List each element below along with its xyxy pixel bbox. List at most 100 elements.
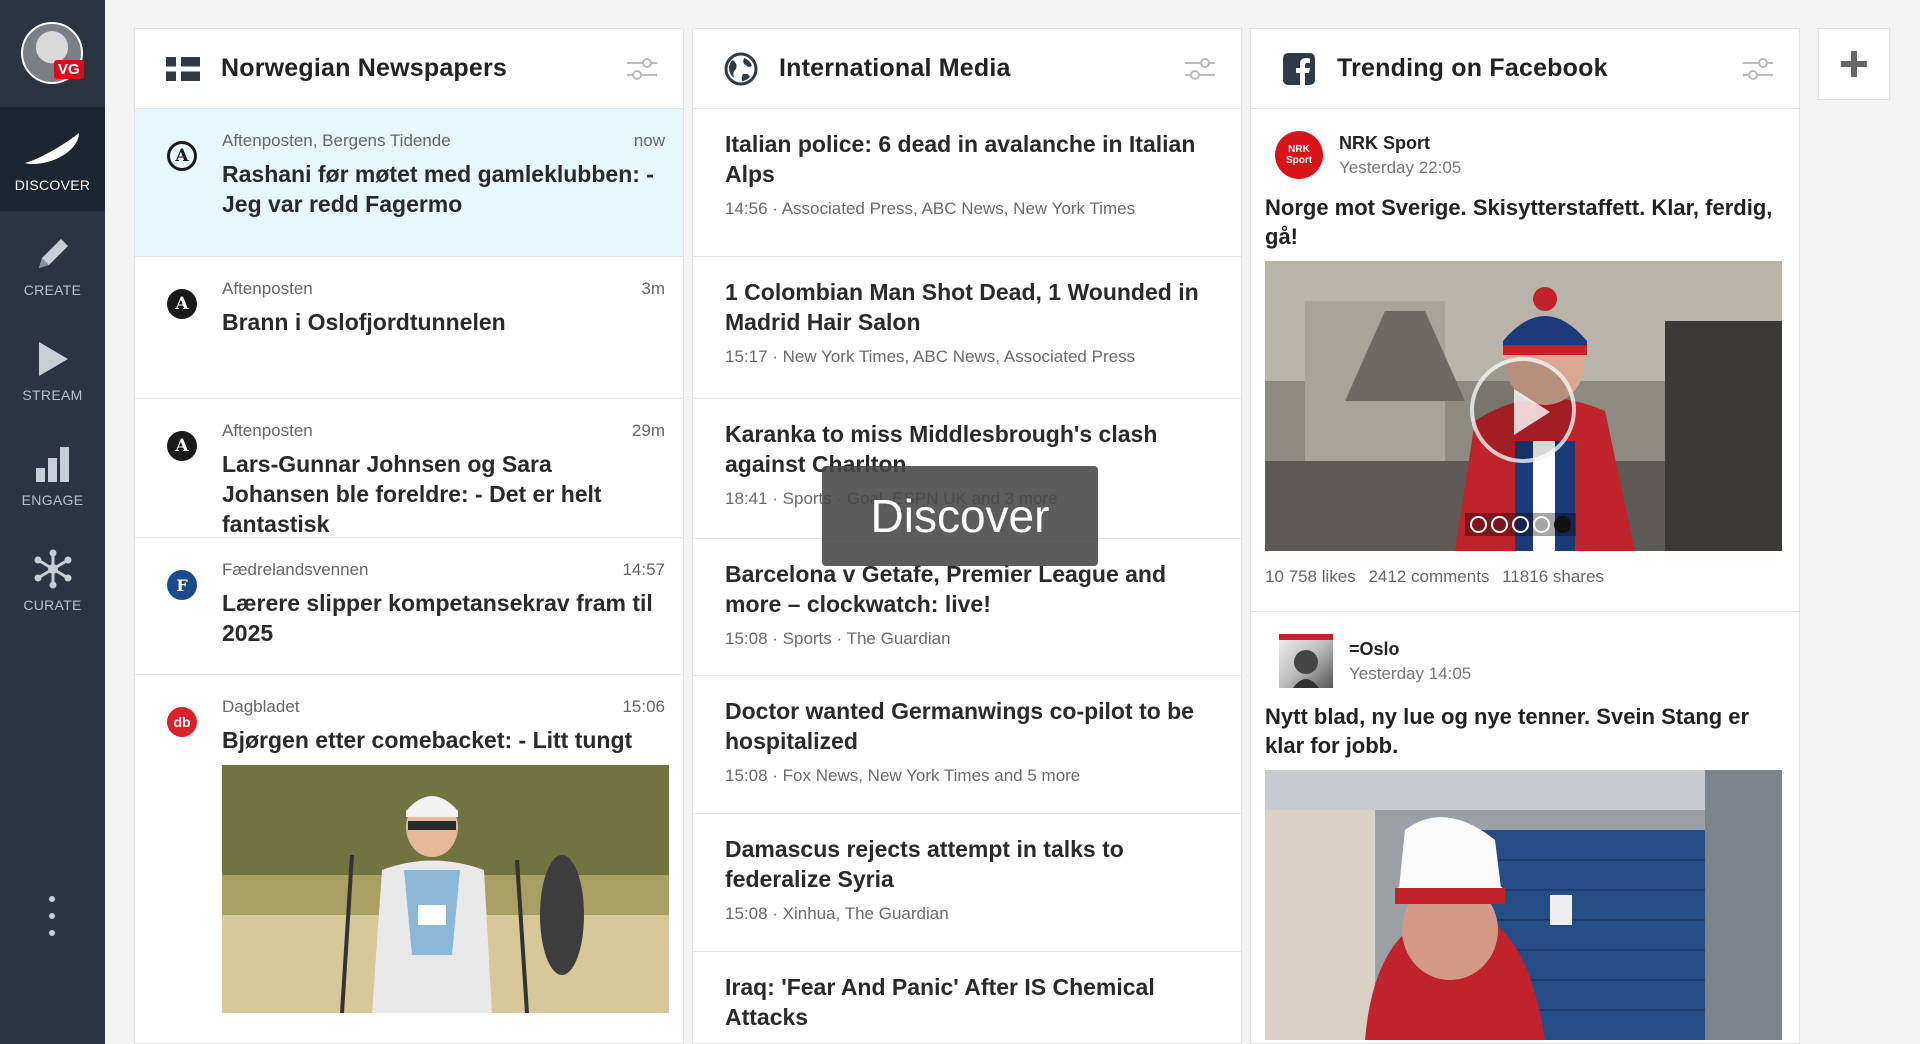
item-time: 29m xyxy=(631,421,665,440)
dagbladet-logo-icon: db xyxy=(167,707,197,737)
nav-stream-label: STREAM xyxy=(22,387,83,403)
list-item[interactable]: Iraq: 'Fear And Panic' After IS Chemical… xyxy=(693,952,1241,1043)
nav-stream[interactable]: STREAM xyxy=(0,317,105,421)
carousel-dots xyxy=(1465,513,1576,536)
list-item[interactable]: A Aftenposten 3m Brann i Oslofjordtunnele… xyxy=(135,257,683,399)
item-headline: Brann i Oslofjordtunnelen xyxy=(222,309,506,335)
column-header: International Media xyxy=(693,29,1241,109)
nav-discover-label: DISCOVER xyxy=(14,177,91,193)
post-photo[interactable] xyxy=(1265,770,1782,1040)
item-headline: Damascus rejects attempt in talks to fed… xyxy=(725,836,1124,892)
facebook-icon xyxy=(1281,51,1317,87)
filter-settings-icon[interactable] xyxy=(1183,54,1217,84)
list-item[interactable]: A Aftenposten, Bergens Tidende now Rashan… xyxy=(135,109,683,257)
aftenposten-logo-icon: A xyxy=(167,431,197,461)
avatar-badge: VG xyxy=(54,60,84,79)
article-photo[interactable] xyxy=(222,765,669,1013)
faedrelandsvennen-logo-icon: F xyxy=(167,570,197,600)
aftenposten-logo-icon: A xyxy=(167,289,197,319)
column-title: Norwegian Newspapers xyxy=(221,54,508,82)
list-item[interactable]: Doctor wanted Germanwings co-pilot to be… xyxy=(693,676,1241,814)
nav-create[interactable]: CREATE xyxy=(0,212,105,316)
nav-discover[interactable]: DISCOVER xyxy=(0,107,105,211)
item-time: 3m xyxy=(641,279,665,298)
item-meta: 15:08 · Sports · The Guardian xyxy=(725,629,951,648)
aftenposten-logo-icon: A xyxy=(167,141,197,171)
carousel-dot[interactable] xyxy=(1512,516,1529,533)
list-item[interactable]: Italian police: 6 dead in avalanche in I… xyxy=(693,109,1241,257)
nav-engage-label: ENGAGE xyxy=(21,492,84,508)
sidebar: VG DISCOVER CREATE STREAM ENGAGE CURATE xyxy=(0,0,105,1044)
post-text: Norge mot Sverige. Skisytterstaffett. Kl… xyxy=(1265,195,1773,249)
nav-engage[interactable]: ENGAGE xyxy=(0,422,105,526)
facebook-post[interactable]: =Oslo Yesterday 14:05 Nytt blad, ny lue … xyxy=(1251,612,1799,1040)
post-time: Yesterday 22:05 xyxy=(1339,157,1462,177)
item-headline: Lars-Gunnar Johnsen og Sara Johansen ble… xyxy=(222,451,602,537)
vertical-dots-icon[interactable] xyxy=(44,896,60,936)
discover-tooltip: Discover xyxy=(822,466,1098,566)
item-meta: 15:08 · Fox News, New York Times and 5 m… xyxy=(725,766,1081,785)
globe-icon xyxy=(723,51,759,87)
comments-count: 2412 comments xyxy=(1368,567,1490,586)
item-meta: 15:08 · Xinhua, The Guardian xyxy=(725,904,949,923)
shares-count: 11816 shares xyxy=(1502,567,1604,586)
item-headline: Doctor wanted Germanwings co-pilot to be… xyxy=(725,698,1194,754)
carousel-dot-active[interactable] xyxy=(1554,516,1571,533)
list-item[interactable]: F Fædrelandsvennen 14:57 Lærere slipper k… xyxy=(135,538,683,675)
item-time: now xyxy=(633,131,665,150)
item-source: Aftenposten xyxy=(222,421,313,440)
item-source: Dagbladet xyxy=(222,697,300,716)
post-text: Nytt blad, ny lue og nye tenner. Svein S… xyxy=(1265,704,1750,758)
nav-create-label: CREATE xyxy=(23,282,82,298)
nav-curate-label: CURATE xyxy=(23,597,82,613)
filter-settings-icon[interactable] xyxy=(625,54,659,84)
item-source: Aftenposten xyxy=(222,279,313,298)
bar-chart-icon xyxy=(33,440,73,488)
column-title: International Media xyxy=(779,54,1011,82)
column-trending-facebook: Trending on Facebook NRK Sport NRK Sport… xyxy=(1250,28,1800,1044)
column-header: Norwegian Newspapers xyxy=(135,29,683,109)
item-headline: Bjørgen etter comebacket: - Litt tungt xyxy=(222,727,633,753)
carousel-dot[interactable] xyxy=(1491,516,1508,533)
item-headline: Lærere slipper kompetansekrav fram til 2… xyxy=(222,590,653,646)
pencil-icon xyxy=(33,230,73,278)
post-video[interactable] xyxy=(1265,261,1782,551)
column-header: Trending on Facebook xyxy=(1251,29,1799,109)
item-time: 15:06 xyxy=(622,697,665,716)
likes-count: 10 758 likes xyxy=(1265,567,1356,586)
item-headline: Iraq: 'Fear And Panic' After IS Chemical… xyxy=(725,974,1155,1030)
nav-curate[interactable]: CURATE xyxy=(0,527,105,631)
video-play-button[interactable] xyxy=(1470,357,1576,463)
nrk-sport-avatar: NRK Sport xyxy=(1275,131,1323,179)
post-time: Yesterday 14:05 xyxy=(1349,663,1472,683)
item-source: Aftenposten, Bergens Tidende xyxy=(222,131,451,150)
item-meta: 14:56 · Associated Press, ABC News, New … xyxy=(725,199,1136,218)
column-norwegian-newspapers: Norwegian Newspapers A Aftenposten, Berg… xyxy=(134,28,684,1044)
oslo-avatar xyxy=(1279,634,1333,688)
item-headline: Italian police: 6 dead in avalanche in I… xyxy=(725,131,1196,187)
post-stats: 10 758 likes 2412 comments 11816 shares xyxy=(1265,551,1785,611)
play-icon xyxy=(35,335,71,383)
network-icon xyxy=(32,545,74,593)
norway-flag-icon xyxy=(165,51,201,87)
carousel-dot[interactable] xyxy=(1533,516,1550,533)
list-item[interactable]: db Dagbladet 15:06 Bjørgen etter comeback… xyxy=(135,675,683,1043)
list-item[interactable]: Damascus rejects attempt in talks to fed… xyxy=(693,814,1241,952)
item-headline: 1 Colombian Man Shot Dead, 1 Wounded in … xyxy=(725,279,1199,335)
filter-settings-icon[interactable] xyxy=(1741,54,1775,84)
item-headline: Rashani før møtet med gamleklubben: - Je… xyxy=(222,161,654,217)
item-meta: 15:17 · New York Times, ABC News, Associ… xyxy=(725,347,1136,366)
item-headline: Barcelona v Getafe, Premier League and m… xyxy=(725,561,1167,617)
facebook-post[interactable]: NRK Sport NRK Sport Yesterday 22:05 Norg… xyxy=(1251,109,1799,612)
list-item[interactable]: 1 Colombian Man Shot Dead, 1 Wounded in … xyxy=(693,257,1241,399)
list-item[interactable]: A Aftenposten 29m Lars-Gunnar Johnsen og … xyxy=(135,399,683,538)
carousel-dot[interactable] xyxy=(1470,516,1487,533)
post-author[interactable]: =Oslo xyxy=(1349,639,1471,660)
post-author[interactable]: NRK Sport xyxy=(1339,133,1461,154)
item-time: 14:57 xyxy=(622,560,665,579)
item-source: Fædrelandsvennen xyxy=(222,560,369,579)
add-column-button[interactable] xyxy=(1818,28,1890,100)
plus-icon xyxy=(1841,51,1867,77)
discover-swoosh-icon xyxy=(21,125,85,173)
column-title: Trending on Facebook xyxy=(1337,54,1608,82)
